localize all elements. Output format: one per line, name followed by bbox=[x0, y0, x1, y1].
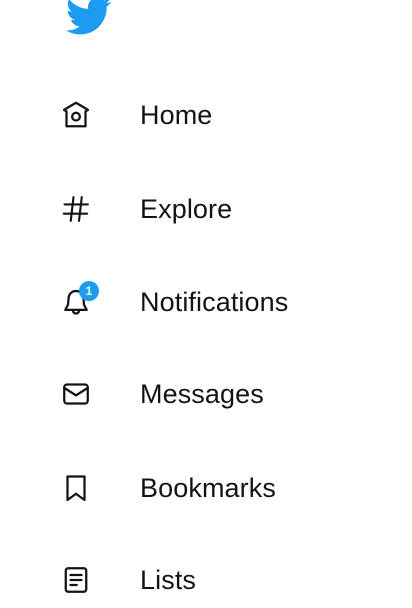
nav-label-bookmarks: Bookmarks bbox=[140, 472, 276, 503]
nav-label-explore: Explore bbox=[140, 193, 233, 224]
nav-item-bookmarks[interactable]: Bookmarks bbox=[58, 460, 358, 516]
nav-item-messages[interactable]: Messages bbox=[58, 366, 358, 422]
nav-label-lists: Lists bbox=[140, 564, 197, 595]
nav-item-home[interactable]: Home bbox=[58, 87, 358, 143]
bookmark-icon bbox=[58, 470, 94, 506]
nav-label-messages: Messages bbox=[140, 378, 264, 409]
hashtag-icon bbox=[58, 191, 94, 227]
sidebar-nav: Home Explore 1 Notifications Messages Bo… bbox=[0, 0, 412, 595]
nav-item-notifications[interactable]: 1 Notifications bbox=[58, 274, 358, 330]
nav-item-lists[interactable]: Lists bbox=[58, 552, 358, 608]
nav-label-notifications: Notifications bbox=[140, 286, 289, 317]
nav-label-home: Home bbox=[140, 99, 213, 130]
list-icon bbox=[58, 562, 94, 598]
envelope-icon bbox=[58, 376, 94, 412]
nav-item-explore[interactable]: Explore bbox=[58, 181, 358, 237]
notification-badge: 1 bbox=[79, 281, 99, 301]
home-icon bbox=[58, 97, 94, 133]
bell-icon: 1 bbox=[58, 281, 99, 320]
